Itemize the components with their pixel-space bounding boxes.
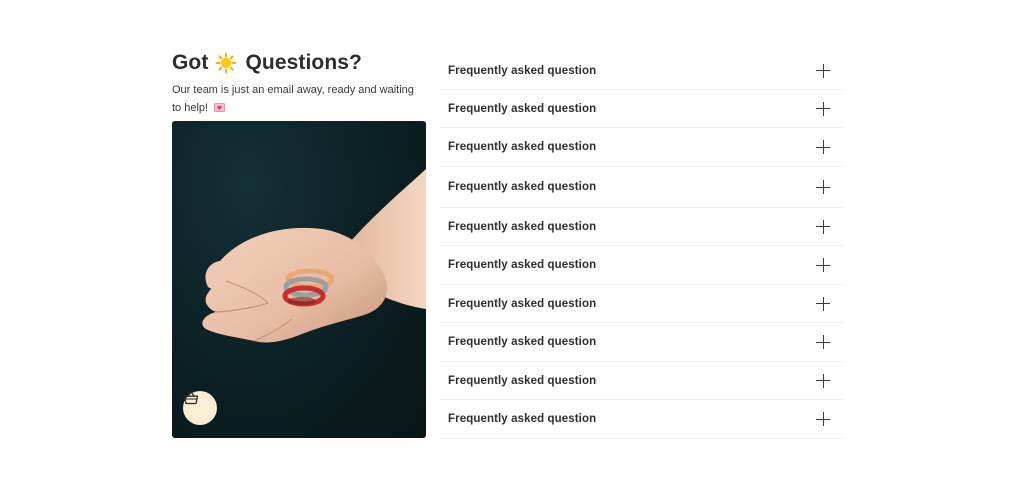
faq-item[interactable]: Frequently asked question	[440, 128, 844, 167]
subtitle-text: Our team is just an email away, ready an…	[172, 84, 414, 114]
plus-icon[interactable]	[816, 219, 830, 234]
faq-question: Frequently asked question	[448, 259, 597, 271]
plus-icon[interactable]	[816, 101, 830, 116]
plus-icon[interactable]	[816, 140, 830, 154]
faq-question: Frequently asked question	[448, 64, 597, 77]
plus-icon[interactable]	[816, 180, 830, 194]
faq-question: Frequently asked question	[448, 102, 597, 115]
faq-question: Frequently asked question	[448, 141, 597, 153]
faq-item[interactable]: Frequently asked question	[440, 52, 844, 90]
faq-question: Frequently asked question	[448, 374, 597, 387]
faq-question: Frequently asked question	[448, 297, 597, 310]
faq-list: Frequently asked question Frequently aske…	[440, 52, 844, 439]
faq-question: Frequently asked question	[448, 413, 597, 425]
intro-section: Got Questions? Our team is just an email…	[172, 48, 426, 118]
heart-letter-icon	[214, 100, 226, 118]
faq-item[interactable]: Frequently asked question	[440, 90, 844, 128]
faq-question: Frequently asked question	[448, 220, 597, 233]
plus-icon[interactable]	[816, 335, 830, 349]
title-prefix: Got	[172, 51, 209, 74]
basket-button[interactable]	[183, 391, 217, 425]
page-title: Got Questions?	[172, 48, 426, 78]
intro-subtitle: Our team is just an email away, ready an…	[172, 81, 422, 118]
title-suffix: Questions?	[245, 51, 362, 74]
faq-item[interactable]: Frequently asked question	[440, 167, 844, 208]
faq-item[interactable]: Frequently asked question	[440, 362, 844, 400]
plus-icon[interactable]	[816, 296, 830, 311]
faq-question: Frequently asked question	[448, 336, 597, 348]
faq-item[interactable]: Frequently asked question	[440, 285, 844, 323]
faq-item[interactable]: Frequently asked question	[440, 208, 844, 246]
plus-icon[interactable]	[816, 373, 830, 388]
faq-item[interactable]: Frequently asked question	[440, 323, 844, 362]
plus-icon[interactable]	[816, 412, 830, 426]
faq-item[interactable]: Frequently asked question	[440, 246, 844, 285]
plus-icon[interactable]	[816, 63, 830, 78]
sun-icon	[215, 52, 237, 74]
faq-question: Frequently asked question	[448, 181, 597, 193]
plus-icon[interactable]	[816, 258, 830, 272]
faq-item[interactable]: Frequently asked question	[440, 400, 844, 439]
hand-holding-rings-photo	[172, 121, 426, 438]
